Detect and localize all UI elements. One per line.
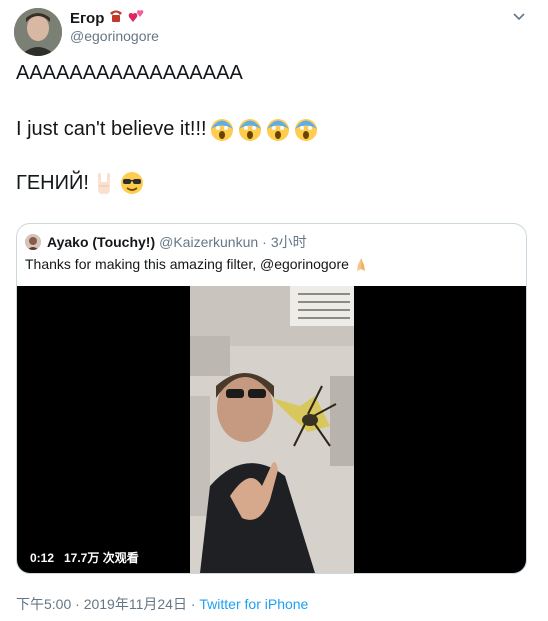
tweet-text-line-3: ГЕНИЙ! [16,170,145,196]
quoted-separator: · [262,234,267,250]
tweet-date[interactable]: 2019年11月24日 [84,596,187,612]
tweet-metadata: 下午5:00 · 2019年11月24日 · Twitter for iPhon… [16,594,308,614]
author-display-name[interactable]: Егор [70,10,104,27]
screaming-face-icon [237,116,263,142]
tweet-text-line-1: AAAAAAAAAAAAAAAAA [16,62,243,85]
video-views-badge: 17.7万 次观看 [59,548,144,568]
chevron-down-icon[interactable] [512,10,526,24]
tweet-source-link[interactable]: Twitter for iPhone [199,596,308,612]
quoted-tweet-text: Thanks for making this amazing filter, @… [25,256,349,272]
screaming-face-icon [293,116,319,142]
author-handle[interactable]: @egorinogore [70,28,159,44]
quoted-tweet[interactable]: Ayako (Touchy!) @Kaizerkunkun · 3小时 Than… [16,223,527,574]
telephone-icon [108,9,124,28]
tweet-text-line-2: I just can't believe it!!! [16,116,319,142]
tweet-text-genius: ГЕНИЙ! [16,171,89,194]
video-frame [190,286,354,573]
quoted-author-name: Ayako (Touchy!) [47,234,156,250]
quoted-author-handle: @Kaizerkunkun [159,234,259,250]
sign-of-horns-icon [91,170,117,196]
tweet-text-aaa: AAAAAAAAAAAAAAAAA [16,62,243,84]
meta-separator-1: · [71,596,84,612]
quoted-time: 3小时 [270,234,307,250]
sunglasses-face-icon [119,170,145,196]
author-name-row: Егор [70,9,144,28]
quoted-tweet-header: Ayako (Touchy!) @Kaizerkunkun · 3小时 [25,232,307,252]
quoted-author-avatar[interactable] [25,234,41,250]
video-player[interactable]: 0:12 17.7万 次观看 [17,286,526,573]
folded-hands-icon [353,256,369,272]
tweet-text-believe: I just can't believe it!!! [16,117,207,140]
tweet-time[interactable]: 下午5:00 [16,596,71,612]
quoted-tweet-text-row: Thanks for making this amazing filter, @… [25,256,369,272]
video-duration-badge: 0:12 [25,548,60,568]
screaming-face-icon [265,116,291,142]
screaming-face-icon [209,116,235,142]
author-avatar[interactable] [14,8,62,56]
two-hearts-icon [128,9,144,28]
meta-separator-2: · [186,596,200,612]
